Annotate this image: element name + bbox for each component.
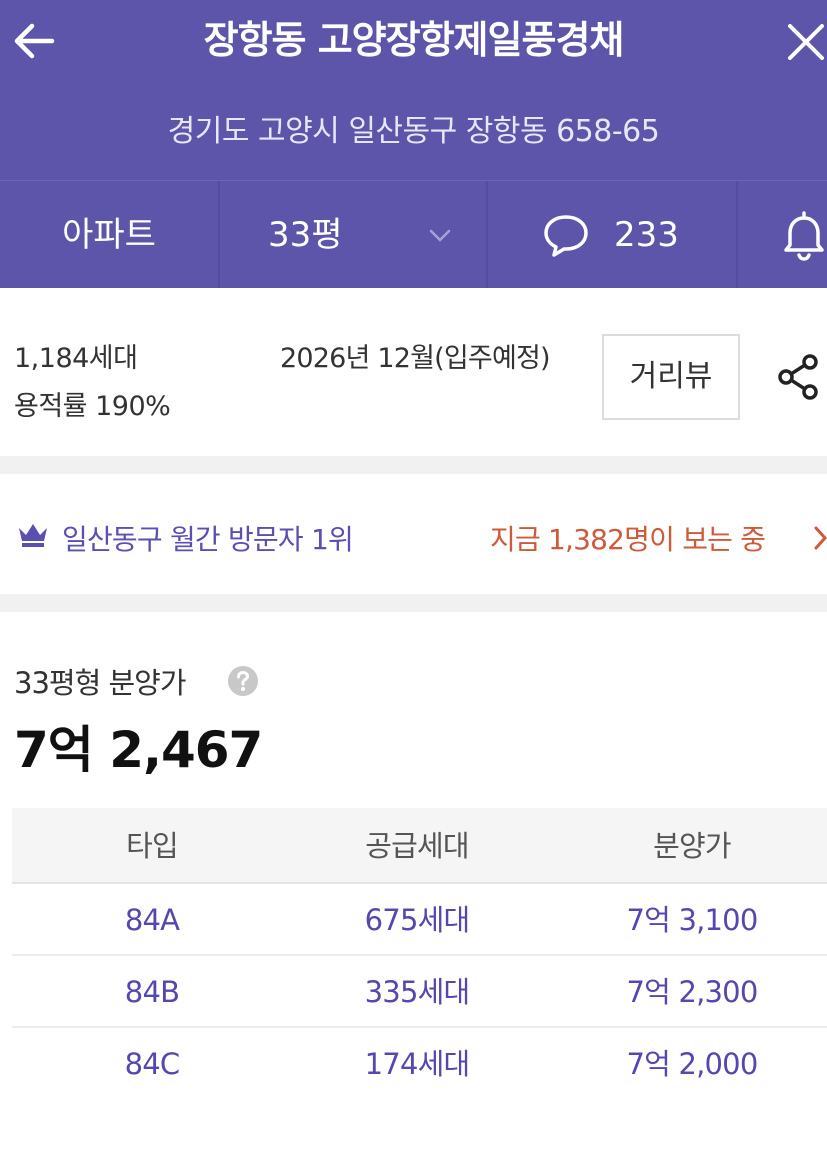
share-button[interactable] [770, 348, 826, 408]
cell-units: 675세대 [364, 903, 471, 937]
close-button[interactable] [784, 18, 827, 64]
tab-size-select[interactable]: 33평 [220, 181, 486, 289]
cell-type: 84B [124, 975, 180, 1009]
price-table: 타입 공급세대 분양가 84A 675세대 7억 3,100 84B 335세대… [12, 808, 827, 1100]
size-label: 33평 [268, 215, 343, 255]
move-in-date: 2026년 12월(입주예정) [280, 343, 551, 374]
bell-icon [784, 211, 824, 261]
crown-icon [19, 524, 47, 547]
header-units: 공급세대 [365, 829, 469, 863]
chevron-right-icon [814, 526, 827, 550]
cell-price: 7억 2,300 [626, 975, 759, 1009]
sale-price-value: 7억 2,467 [14, 721, 263, 779]
street-view-button[interactable]: 거리뷰 [602, 334, 740, 420]
monthly-visitor-rank[interactable]: 일산동구 월간 방문자 1위 [62, 518, 354, 558]
header-type: 타입 [126, 829, 179, 863]
chevron-down-icon [429, 229, 451, 242]
sale-price-label: 33평형 분양가 [14, 666, 187, 700]
help-icon[interactable] [226, 664, 260, 698]
table-row[interactable]: 84C 174세대 7억 2,000 [12, 1028, 827, 1100]
visitor-stats-row: 일산동구 월간 방문자 1위 지금 1,382명이 보는 중 [0, 474, 827, 594]
tab-notifications[interactable] [738, 181, 827, 289]
floor-area-ratio: 용적률 190% [14, 391, 171, 422]
question-mark-icon [228, 666, 258, 696]
filter-tabbar: 아파트 33평 233 [0, 180, 827, 289]
tab-property-type[interactable]: 아파트 [0, 181, 218, 289]
close-icon [788, 24, 824, 60]
section-separator [0, 594, 827, 612]
cell-price: 7억 2,000 [626, 1047, 759, 1081]
table-row[interactable]: 84A 675세대 7억 3,100 [12, 884, 827, 956]
cell-type: 84A [124, 903, 180, 937]
cell-type: 84C [124, 1047, 181, 1081]
current-viewers[interactable]: 지금 1,382명이 보는 중 [490, 518, 766, 558]
section-separator [0, 456, 827, 474]
address: 경기도 고양시 일산동구 장항동 658-65 [167, 114, 660, 149]
sale-price-section: 33평형 분양가 7억 2,467 타입 공급세대 분양가 84A 675세대 … [0, 612, 827, 1160]
cell-price: 7억 3,100 [626, 903, 759, 937]
cell-units: 174세대 [364, 1047, 471, 1081]
table-row[interactable]: 84B 335세대 7억 2,300 [12, 956, 827, 1028]
tab-comments[interactable]: 233 [488, 181, 736, 289]
table-header: 타입 공급세대 분양가 [12, 808, 827, 884]
header-price: 분양가 [653, 829, 731, 863]
comment-count: 233 [614, 215, 679, 255]
summary-info: 1,184세대 용적률 190% 2026년 12월(입주예정) 거리뷰 [0, 288, 827, 456]
title-bar: 장항동 고양장항제일풍경채 [0, 0, 827, 82]
speech-bubble-icon [544, 215, 588, 257]
header: 장항동 고양장항제일풍경채 경기도 고양시 일산동구 장항동 658-65 아파… [0, 0, 827, 289]
cell-units: 335세대 [364, 975, 471, 1009]
page-title: 장항동 고양장항제일풍경채 [203, 18, 625, 62]
household-count: 1,184세대 [14, 343, 138, 374]
share-icon [778, 354, 818, 400]
